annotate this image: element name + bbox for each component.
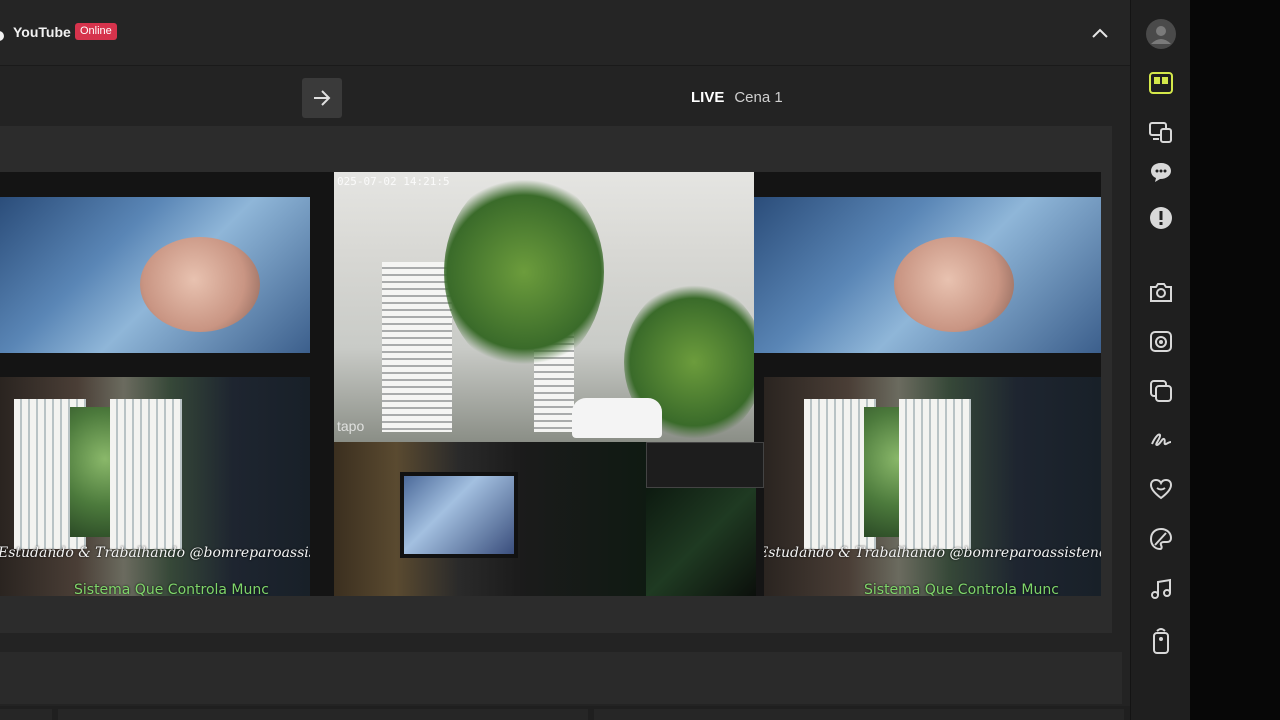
- alert-icon: [1150, 207, 1172, 229]
- panel-segment: [0, 709, 52, 720]
- youtube-icon: [0, 31, 4, 41]
- remote-control-button[interactable]: [1146, 625, 1176, 655]
- palette-icon: [1149, 527, 1173, 551]
- remote-icon: [1153, 628, 1169, 654]
- source-desk-camera: [334, 442, 646, 596]
- car-image: [572, 398, 662, 438]
- signature-button[interactable]: [1146, 425, 1176, 455]
- status-badge: Online: [75, 23, 117, 40]
- right-toolbar: [1130, 0, 1190, 720]
- overlay-caption-left: Estudando & Trabalhando @bomreparoassist…: [0, 545, 310, 561]
- source-bedroom-camera-right: [754, 197, 1101, 353]
- avatar-icon: [1146, 19, 1176, 49]
- record-button[interactable]: [1146, 326, 1176, 356]
- dark-screen-source: [646, 488, 756, 596]
- arrow-right-icon: [314, 90, 331, 106]
- source-bedroom-camera-left: [0, 197, 310, 353]
- music-button[interactable]: [1146, 574, 1176, 604]
- shutter-image: [382, 262, 452, 432]
- empty-background: [1190, 0, 1280, 720]
- studio-app: YouTube Online LIVE Cena 1 Estudando & T…: [0, 0, 1130, 720]
- collapse-button[interactable]: [1088, 22, 1112, 44]
- heart-icon: [1149, 478, 1173, 500]
- window-capture-source: [646, 442, 764, 488]
- source-outdoor-camera: 025-07-02 14:21:5 tapo: [334, 172, 754, 442]
- person-image: [140, 237, 260, 332]
- duplicate-button[interactable]: [1146, 376, 1176, 406]
- signature-icon: [1151, 433, 1172, 447]
- overlay-subcaption-left: Sistema Que Controla Munc: [74, 582, 269, 596]
- alerts-button[interactable]: [1146, 203, 1176, 233]
- scene-canvas[interactable]: Estudando & Trabalhando @bomreparoassist…: [0, 172, 1101, 596]
- camera-icon: [1150, 283, 1172, 302]
- plant-image: [444, 172, 604, 372]
- camera-brand-watermark: tapo: [337, 418, 365, 434]
- scene-controls-bar: [0, 652, 1122, 704]
- channel-header: YouTube Online: [0, 0, 1130, 66]
- panel-segment: [594, 709, 1124, 720]
- overlay-subcaption-right: Sistema Que Controla Munc: [864, 582, 1059, 596]
- record-icon: [1150, 331, 1172, 352]
- bottom-panel-strip: [0, 706, 1130, 720]
- window-image: [110, 399, 182, 549]
- camera-timestamp: 025-07-02 14:21:5: [337, 175, 450, 188]
- chat-icon: [1151, 163, 1171, 182]
- source-room-camera-left: Estudando & Trabalhando @bomreparoassist…: [0, 377, 310, 596]
- panel-segment: [58, 709, 588, 720]
- support-button[interactable]: [1146, 474, 1176, 504]
- live-label: LIVE: [691, 89, 725, 106]
- source-room-camera-right: Estudando & Trabalhando @bomreparoassist…: [764, 377, 1101, 596]
- overlay-caption-right: Estudando & Trabalhando @bomreparoassist…: [764, 545, 1101, 561]
- person-image: [894, 237, 1014, 332]
- window-image: [899, 399, 971, 549]
- chevron-up-icon: [1092, 28, 1108, 38]
- platform-title: YouTube: [13, 24, 71, 40]
- theme-button[interactable]: [1146, 524, 1176, 554]
- live-scene-indicator: LIVE Cena 1: [691, 89, 783, 106]
- copy-icon: [1150, 380, 1172, 402]
- chat-button[interactable]: [1146, 157, 1176, 187]
- layout-button[interactable]: [1146, 68, 1176, 98]
- avatar[interactable]: [1146, 19, 1176, 49]
- monitor-image: [400, 472, 518, 558]
- live-scene-name: Cena 1: [734, 89, 783, 106]
- music-icon: [1151, 578, 1171, 599]
- go-live-scene-button[interactable]: [302, 78, 342, 118]
- devices-button[interactable]: [1146, 117, 1176, 147]
- devices-icon: [1149, 122, 1172, 143]
- screenshot-button[interactable]: [1146, 277, 1176, 307]
- layout-icon: [1149, 72, 1173, 94]
